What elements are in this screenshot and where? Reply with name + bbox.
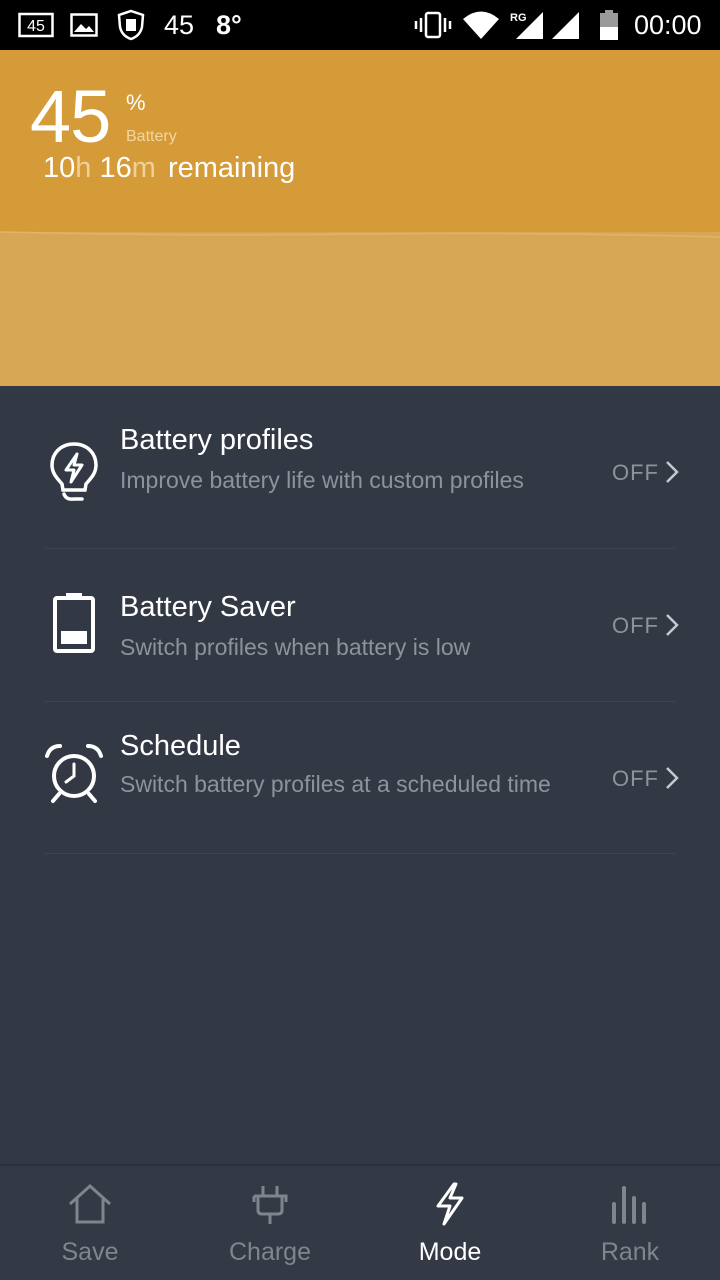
schedule-description: Switch battery profiles at a scheduled t…	[120, 771, 551, 797]
alarm-clock-icon	[45, 744, 103, 803]
image-notification-icon	[70, 0, 98, 50]
home-icon	[68, 1183, 112, 1224]
tab-rank-label: Rank	[600, 1238, 660, 1266]
chevron-right-icon	[666, 461, 679, 483]
tab-save[interactable]: Save	[0, 1166, 180, 1280]
schedule-title: Schedule	[120, 730, 241, 762]
tab-mode-label: Mode	[418, 1238, 482, 1266]
percent-sign: %	[126, 90, 146, 115]
battery-saver-row[interactable]: Battery Saver Switch profiles when batte…	[0, 579, 720, 701]
battery-saver-description: Switch profiles when battery is low	[120, 634, 471, 660]
lightbulb-bolt-icon	[50, 442, 98, 501]
cell-signal-2-icon	[548, 0, 580, 50]
tab-charge[interactable]: Charge	[180, 1166, 360, 1280]
battery-level-fill	[0, 232, 720, 386]
battery-label: Battery	[126, 128, 177, 145]
chevron-right-icon	[666, 767, 679, 789]
notification-badge-icon: 45	[18, 0, 54, 50]
hours-unit: h	[75, 152, 92, 184]
minutes-unit: m	[131, 152, 156, 184]
battery-profiles-row[interactable]: Battery profiles Improve battery life wi…	[0, 416, 720, 548]
status-bar: 45 45 8° RG 00:00	[0, 0, 720, 50]
vibrate-icon	[414, 0, 452, 50]
remaining-label: remaining	[167, 152, 296, 184]
battery-status-icon	[598, 0, 620, 50]
plug-icon	[252, 1186, 288, 1224]
cell-signal-icon: RG	[510, 0, 544, 50]
wave-divider	[0, 231, 720, 242]
svg-text:RG: RG	[510, 12, 527, 24]
clock-text: 00:00	[634, 9, 702, 40]
chevron-right-icon	[666, 614, 679, 636]
wifi-icon	[462, 0, 500, 50]
remaining-hours: 10	[43, 152, 76, 184]
tab-rank[interactable]: Rank	[540, 1166, 720, 1280]
schedule-status: OFF	[612, 766, 659, 791]
divider	[45, 853, 675, 854]
tab-save-label: Save	[61, 1238, 119, 1266]
battery-low-icon	[53, 593, 95, 653]
bolt-icon	[436, 1182, 464, 1226]
schedule-row[interactable]: Schedule Switch battery profiles at a sc…	[0, 726, 720, 854]
tab-charge-label: Charge	[229, 1238, 311, 1266]
temperature-text: 8°	[216, 9, 242, 40]
battery-profiles-description: Improve battery life with custom profile…	[120, 467, 524, 493]
tab-mode[interactable]: Mode	[360, 1166, 540, 1280]
battery-notification-text: 45	[164, 9, 195, 40]
divider	[45, 548, 675, 549]
battery-percent: 45	[30, 75, 111, 158]
battery-saver-status: OFF	[612, 613, 659, 638]
remaining-time: 10h 16m remaining	[43, 152, 295, 185]
bottom-navigation: Save Charge Mode Rank	[0, 1164, 720, 1280]
battery-profiles-title: Battery profiles	[120, 424, 314, 456]
battery-profiles-status: OFF	[612, 460, 659, 485]
shield-icon	[116, 0, 146, 50]
battery-saver-title: Battery Saver	[120, 591, 296, 623]
svg-text:45: 45	[27, 18, 45, 35]
remaining-minutes: 16	[99, 152, 132, 184]
divider	[45, 701, 675, 702]
bars-icon	[612, 1186, 646, 1224]
